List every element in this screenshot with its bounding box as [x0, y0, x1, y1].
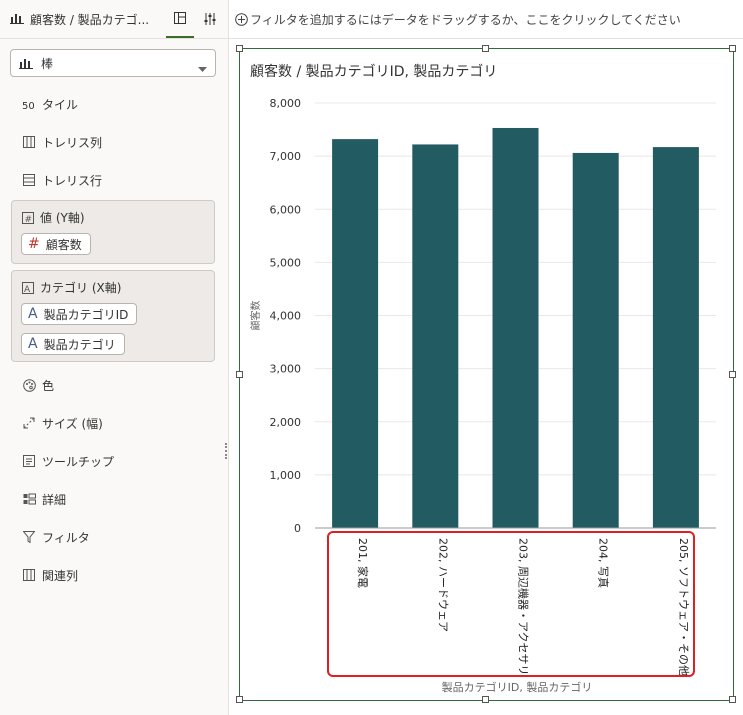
- prop-related-columns[interactable]: 関連列: [22, 563, 78, 587]
- related-columns-icon: [22, 568, 36, 582]
- resize-handle-w[interactable]: [236, 371, 243, 378]
- category-well[interactable]: A カテゴリ (X軸) A 製品カテゴリID A 製品カテゴリ: [11, 270, 215, 362]
- prop-detail[interactable]: 詳細: [22, 487, 66, 511]
- bar[interactable]: [412, 144, 459, 528]
- pill-label: 顧客数: [45, 237, 82, 252]
- values-well-title: 値 (Y軸): [40, 211, 85, 225]
- bar[interactable]: [572, 152, 619, 528]
- values-well-header: # 値 (Y軸): [22, 209, 85, 226]
- svg-text:A: A: [24, 285, 31, 294]
- panel-splitter[interactable]: [225, 443, 229, 459]
- tooltip-icon: [22, 454, 36, 468]
- y-tick-label: 2,000: [270, 416, 302, 429]
- y-tick-label: 5,000: [270, 256, 302, 269]
- y-tick-label: 3,000: [270, 363, 302, 376]
- values-well[interactable]: # 値 (Y軸) # 顧客数: [11, 200, 215, 264]
- layout-icon: [174, 9, 186, 28]
- pill-product-category-id[interactable]: A 製品カテゴリID: [21, 303, 138, 325]
- detail-grid-icon: [22, 492, 36, 506]
- y-axis-label: 顧客数: [249, 301, 262, 331]
- tab-properties[interactable]: [196, 0, 224, 38]
- svg-text:50: 50: [22, 101, 35, 110]
- add-circle-icon: [235, 12, 248, 26]
- prop-trellis-columns-label: トレリス列: [42, 135, 103, 150]
- category-well-header: A カテゴリ (X軸): [22, 279, 121, 296]
- rows-icon: [22, 173, 36, 187]
- category-well-title: カテゴリ (X軸): [40, 281, 122, 295]
- resize-handle-se[interactable]: [729, 696, 736, 703]
- y-tick-label: 7,000: [270, 150, 302, 163]
- resize-handle-s[interactable]: [482, 696, 489, 703]
- bar[interactable]: [652, 147, 699, 528]
- prop-detail-label: 詳細: [42, 492, 67, 507]
- tab-grammar[interactable]: [166, 0, 194, 38]
- bar[interactable]: [492, 127, 539, 528]
- bar[interactable]: [332, 139, 379, 528]
- filter-bar[interactable]: フィルタを追加するにはデータをドラッグするか、ここをクリックしてください: [229, 0, 743, 39]
- chart-type-select[interactable]: 棒: [10, 49, 216, 77]
- bar-chart-icon: [10, 12, 24, 27]
- resize-icon: [22, 416, 36, 430]
- pill-label: 製品カテゴリID: [43, 307, 129, 322]
- sliders-icon: [204, 10, 216, 29]
- prop-filter-label: フィルタ: [42, 530, 90, 545]
- resize-handle-n[interactable]: [482, 45, 489, 52]
- prop-size[interactable]: サイズ (幅): [22, 411, 103, 435]
- viz-name-label: 顧客数 / 製品カテゴ...: [30, 12, 148, 27]
- filter-icon: [22, 530, 36, 544]
- prop-trellis-rows[interactable]: トレリス行: [22, 168, 102, 192]
- category-labels-highlight: [327, 531, 695, 677]
- y-tick-label: 6,000: [270, 203, 302, 216]
- y-tick-label: 8,000: [270, 97, 302, 110]
- y-tick-label: 4,000: [270, 310, 302, 323]
- prop-tooltip[interactable]: ツールチップ: [22, 449, 114, 473]
- prop-tile-label: タイル: [42, 97, 79, 112]
- attribute-a-icon: A: [28, 336, 38, 352]
- x-axis-label: 製品カテゴリID, 製品カテゴリ: [442, 680, 593, 694]
- columns-icon: [22, 135, 36, 149]
- pill-product-category[interactable]: A 製品カテゴリ: [21, 333, 125, 355]
- svg-text:#: #: [25, 215, 33, 224]
- prop-related-columns-label: 関連列: [42, 568, 79, 583]
- pill-label: 製品カテゴリ: [43, 337, 116, 352]
- y-tick-label: 0: [294, 522, 301, 535]
- prop-color[interactable]: 色: [22, 373, 54, 397]
- filter-bar-placeholder: フィルタを追加するにはデータをドラッグするか、ここをクリックしてください: [250, 12, 681, 27]
- properties-panel: 顧客数 / 製品カテゴ... 棒 50 タイル トレリス列 トレリス行 # 値 …: [0, 0, 229, 715]
- pill-customer-count[interactable]: # 顧客数: [21, 233, 91, 255]
- panel-header: 顧客数 / 製品カテゴ...: [0, 0, 228, 39]
- prop-tooltip-label: ツールチップ: [42, 454, 115, 469]
- tile-icon: 50: [22, 97, 36, 111]
- prop-size-label: サイズ (幅): [42, 416, 103, 431]
- prop-trellis-columns[interactable]: トレリス列: [22, 130, 102, 154]
- prop-tile[interactable]: 50 タイル: [22, 92, 78, 116]
- attribute-box-icon: A: [22, 281, 34, 294]
- resize-handle-nw[interactable]: [236, 45, 243, 52]
- prop-color-label: 色: [42, 378, 55, 393]
- resize-handle-ne[interactable]: [729, 45, 736, 52]
- palette-icon: [22, 378, 36, 392]
- resize-handle-sw[interactable]: [236, 696, 243, 703]
- attribute-a-icon: A: [28, 306, 38, 322]
- resize-handle-e[interactable]: [729, 371, 736, 378]
- measure-hash-icon: #: [28, 236, 40, 252]
- viz-name-tab[interactable]: 顧客数 / 製品カテゴ...: [10, 0, 148, 38]
- hash-box-icon: #: [22, 211, 34, 224]
- chart-type-label: 棒: [41, 56, 54, 71]
- prop-trellis-rows-label: トレリス行: [42, 173, 103, 188]
- y-tick-label: 1,000: [270, 469, 302, 482]
- prop-filter[interactable]: フィルタ: [22, 525, 90, 549]
- chevron-down-icon: [198, 61, 207, 75]
- bar-chart-icon: [19, 57, 33, 69]
